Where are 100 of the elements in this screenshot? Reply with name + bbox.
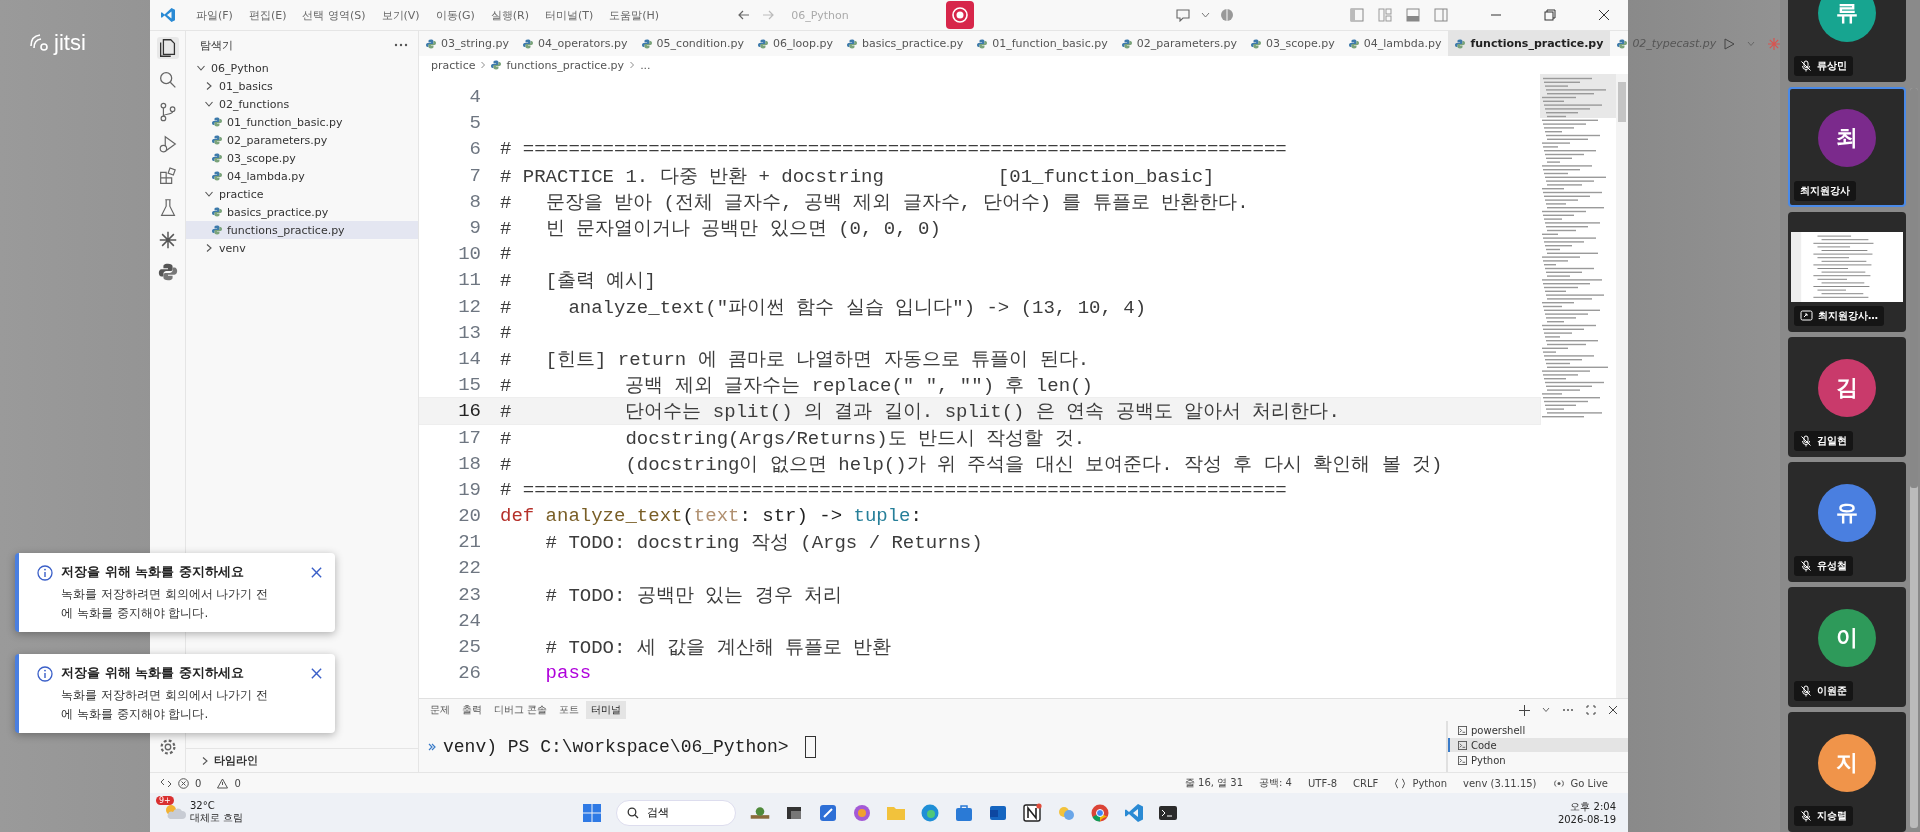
tree-item[interactable]: functions_practice.py — [186, 221, 418, 239]
warning-count[interactable]: 0 — [234, 777, 241, 789]
caret-icon[interactable] — [1542, 707, 1550, 713]
clock-time[interactable]: 오후 2:04 — [1570, 800, 1616, 814]
error-count[interactable]: 0 — [195, 777, 202, 789]
scrollbar[interactable] — [1616, 74, 1628, 698]
menu-item[interactable]: 파일(F) — [188, 7, 241, 23]
editor-tab[interactable]: functions_practice.py — [1448, 31, 1611, 56]
restore-icon[interactable] — [1544, 9, 1556, 21]
starburst-icon[interactable] — [1767, 36, 1782, 51]
copilot-icon[interactable] — [1220, 8, 1235, 22]
participant-tile[interactable]: 류 류상민 — [1788, 0, 1906, 82]
terminal-list-item[interactable]: powershell — [1448, 723, 1628, 737]
python-file-icon — [212, 225, 222, 235]
participant-tile[interactable]: 지 지승렬 — [1788, 712, 1906, 832]
status-item[interactable]: venv (3.11.15) — [1463, 777, 1537, 789]
notebook-app-icon[interactable] — [1022, 802, 1042, 823]
close-icon[interactable] — [310, 566, 323, 579]
breadcrumb-item[interactable]: ... — [640, 58, 651, 72]
participant-tile[interactable]: 유 유성철 — [1788, 462, 1906, 582]
store-icon[interactable] — [954, 802, 974, 823]
status-item[interactable]: CRLF — [1353, 777, 1379, 789]
tree-item[interactable]: practice — [186, 185, 418, 203]
code-editor-icon[interactable] — [1124, 802, 1144, 823]
editor-tab[interactable]: basics_practice.py — [839, 31, 971, 56]
pen-app-icon[interactable] — [818, 802, 838, 823]
participant-tile[interactable]: 최지원강사… — [1788, 212, 1906, 332]
back-arrow-icon[interactable] — [737, 8, 752, 22]
close-icon[interactable] — [310, 667, 323, 681]
python-file-icon — [212, 153, 222, 163]
terminal-list-item[interactable]: Python — [1448, 753, 1628, 767]
tree-item[interactable]: 01_function_basic.py — [186, 113, 418, 131]
tree-item[interactable]: 06_Python — [186, 59, 418, 77]
status-item[interactable]: Python — [1412, 777, 1448, 789]
menu-item[interactable]: 이동(G) — [427, 7, 483, 23]
editor-tab[interactable]: 06_loop.py — [750, 31, 840, 56]
more-icon[interactable] — [1562, 708, 1574, 712]
terminal-list-item[interactable]: Code — [1448, 738, 1628, 752]
menu-item[interactable]: 편집(E) — [240, 7, 295, 23]
menu-item[interactable]: 도움말(H) — [601, 7, 668, 23]
clock-date[interactable]: 2026-08-19 — [1557, 814, 1616, 825]
editor-tab[interactable]: 04_operators.py — [516, 31, 635, 56]
chat-icon[interactable] — [1175, 8, 1192, 22]
name-label: 이원준 — [1794, 681, 1853, 701]
browser-icon[interactable] — [920, 802, 940, 823]
windows-start-icon[interactable] — [582, 802, 602, 823]
participant-tile[interactable]: 김 김일현 — [1788, 337, 1906, 457]
python-file-icon — [1455, 38, 1466, 49]
sidebar-toggle-icon[interactable] — [1350, 8, 1364, 22]
taskbar-search-field[interactable]: 검색 — [616, 799, 736, 826]
panel-tab[interactable]: 출력 — [457, 701, 487, 719]
menu-item[interactable]: 선택 영역(S) — [294, 7, 374, 23]
editor-tab[interactable]: 05_condition.py — [634, 31, 751, 56]
menu-item[interactable]: 실행(R) — [482, 7, 537, 23]
menu-item[interactable]: 보기(V) — [373, 7, 428, 23]
close-icon[interactable] — [1608, 705, 1618, 715]
editor-tab[interactable]: 01_function_basic.py — [970, 31, 1115, 56]
panel-toggle-icon[interactable] — [1406, 8, 1420, 22]
secondary-sidebar-icon[interactable] — [1434, 8, 1448, 22]
remote-icon[interactable] — [160, 777, 172, 789]
editor-tab[interactable]: 03_scope.py — [1244, 31, 1342, 56]
python-icon[interactable] — [156, 261, 179, 283]
weather-description: 대체로 흐림 — [190, 811, 244, 825]
menu-item[interactable]: 터미널(T) — [537, 7, 602, 23]
timeline-section[interactable]: 타임라인 — [186, 748, 418, 772]
caret-icon[interactable] — [1201, 12, 1211, 18]
tree-item[interactable]: 02_functions — [186, 95, 418, 113]
more-icon[interactable] — [394, 43, 408, 47]
close-icon[interactable] — [1598, 9, 1610, 21]
explorer-icon[interactable] — [156, 37, 179, 59]
status-item[interactable]: UTF-8 — [1307, 777, 1338, 789]
panel-tab[interactable]: 문제 — [425, 701, 455, 719]
tree-item[interactable]: 01_basics — [186, 77, 418, 95]
status-item[interactable]: Go Live — [1570, 777, 1608, 789]
tree-item[interactable]: basics_practice.py — [186, 203, 418, 221]
panel-tab[interactable]: 디버그 콘솔 — [489, 701, 553, 719]
panel-tab[interactable]: 터미널 — [586, 701, 627, 719]
tree-item[interactable]: 04_lambda.py — [186, 167, 418, 185]
panel-tab[interactable]: 포트 — [554, 701, 585, 719]
editor-tab[interactable]: 03_string.py — [419, 31, 517, 56]
python-file-icon — [212, 171, 222, 181]
tree-item[interactable]: venv — [186, 239, 418, 257]
status-item[interactable]: 공백: 4 — [1259, 776, 1292, 790]
breadcrumb-item[interactable]: practice — [431, 58, 476, 72]
plus-icon[interactable] — [1519, 704, 1530, 716]
editor-tab[interactable]: 04_lambda.py — [1341, 31, 1449, 56]
record-button[interactable] — [946, 1, 974, 29]
colorful-app-icon[interactable] — [852, 802, 872, 823]
editor-tab[interactable]: 02_parameters.py — [1114, 31, 1244, 56]
participant-tile[interactable]: 이 이원준 — [1788, 587, 1906, 707]
participant-tile[interactable]: 최 최지원강사 — [1788, 87, 1906, 207]
run-icon[interactable] — [1723, 37, 1736, 50]
line-number: 16 — [457, 400, 482, 423]
maximize-icon[interactable] — [1586, 705, 1596, 715]
tree-item[interactable]: 03_scope.py — [186, 149, 418, 167]
tree-item[interactable]: 02_parameters.py — [186, 131, 418, 149]
code-line: # TODO: docstring 작성 (Args / Returns) — [544, 531, 983, 556]
chrome-browser-icon[interactable] — [1090, 802, 1110, 823]
status-item[interactable]: 줄 16, 열 31 — [1184, 776, 1244, 790]
breadcrumb-item[interactable]: functions_practice.py — [506, 58, 625, 72]
